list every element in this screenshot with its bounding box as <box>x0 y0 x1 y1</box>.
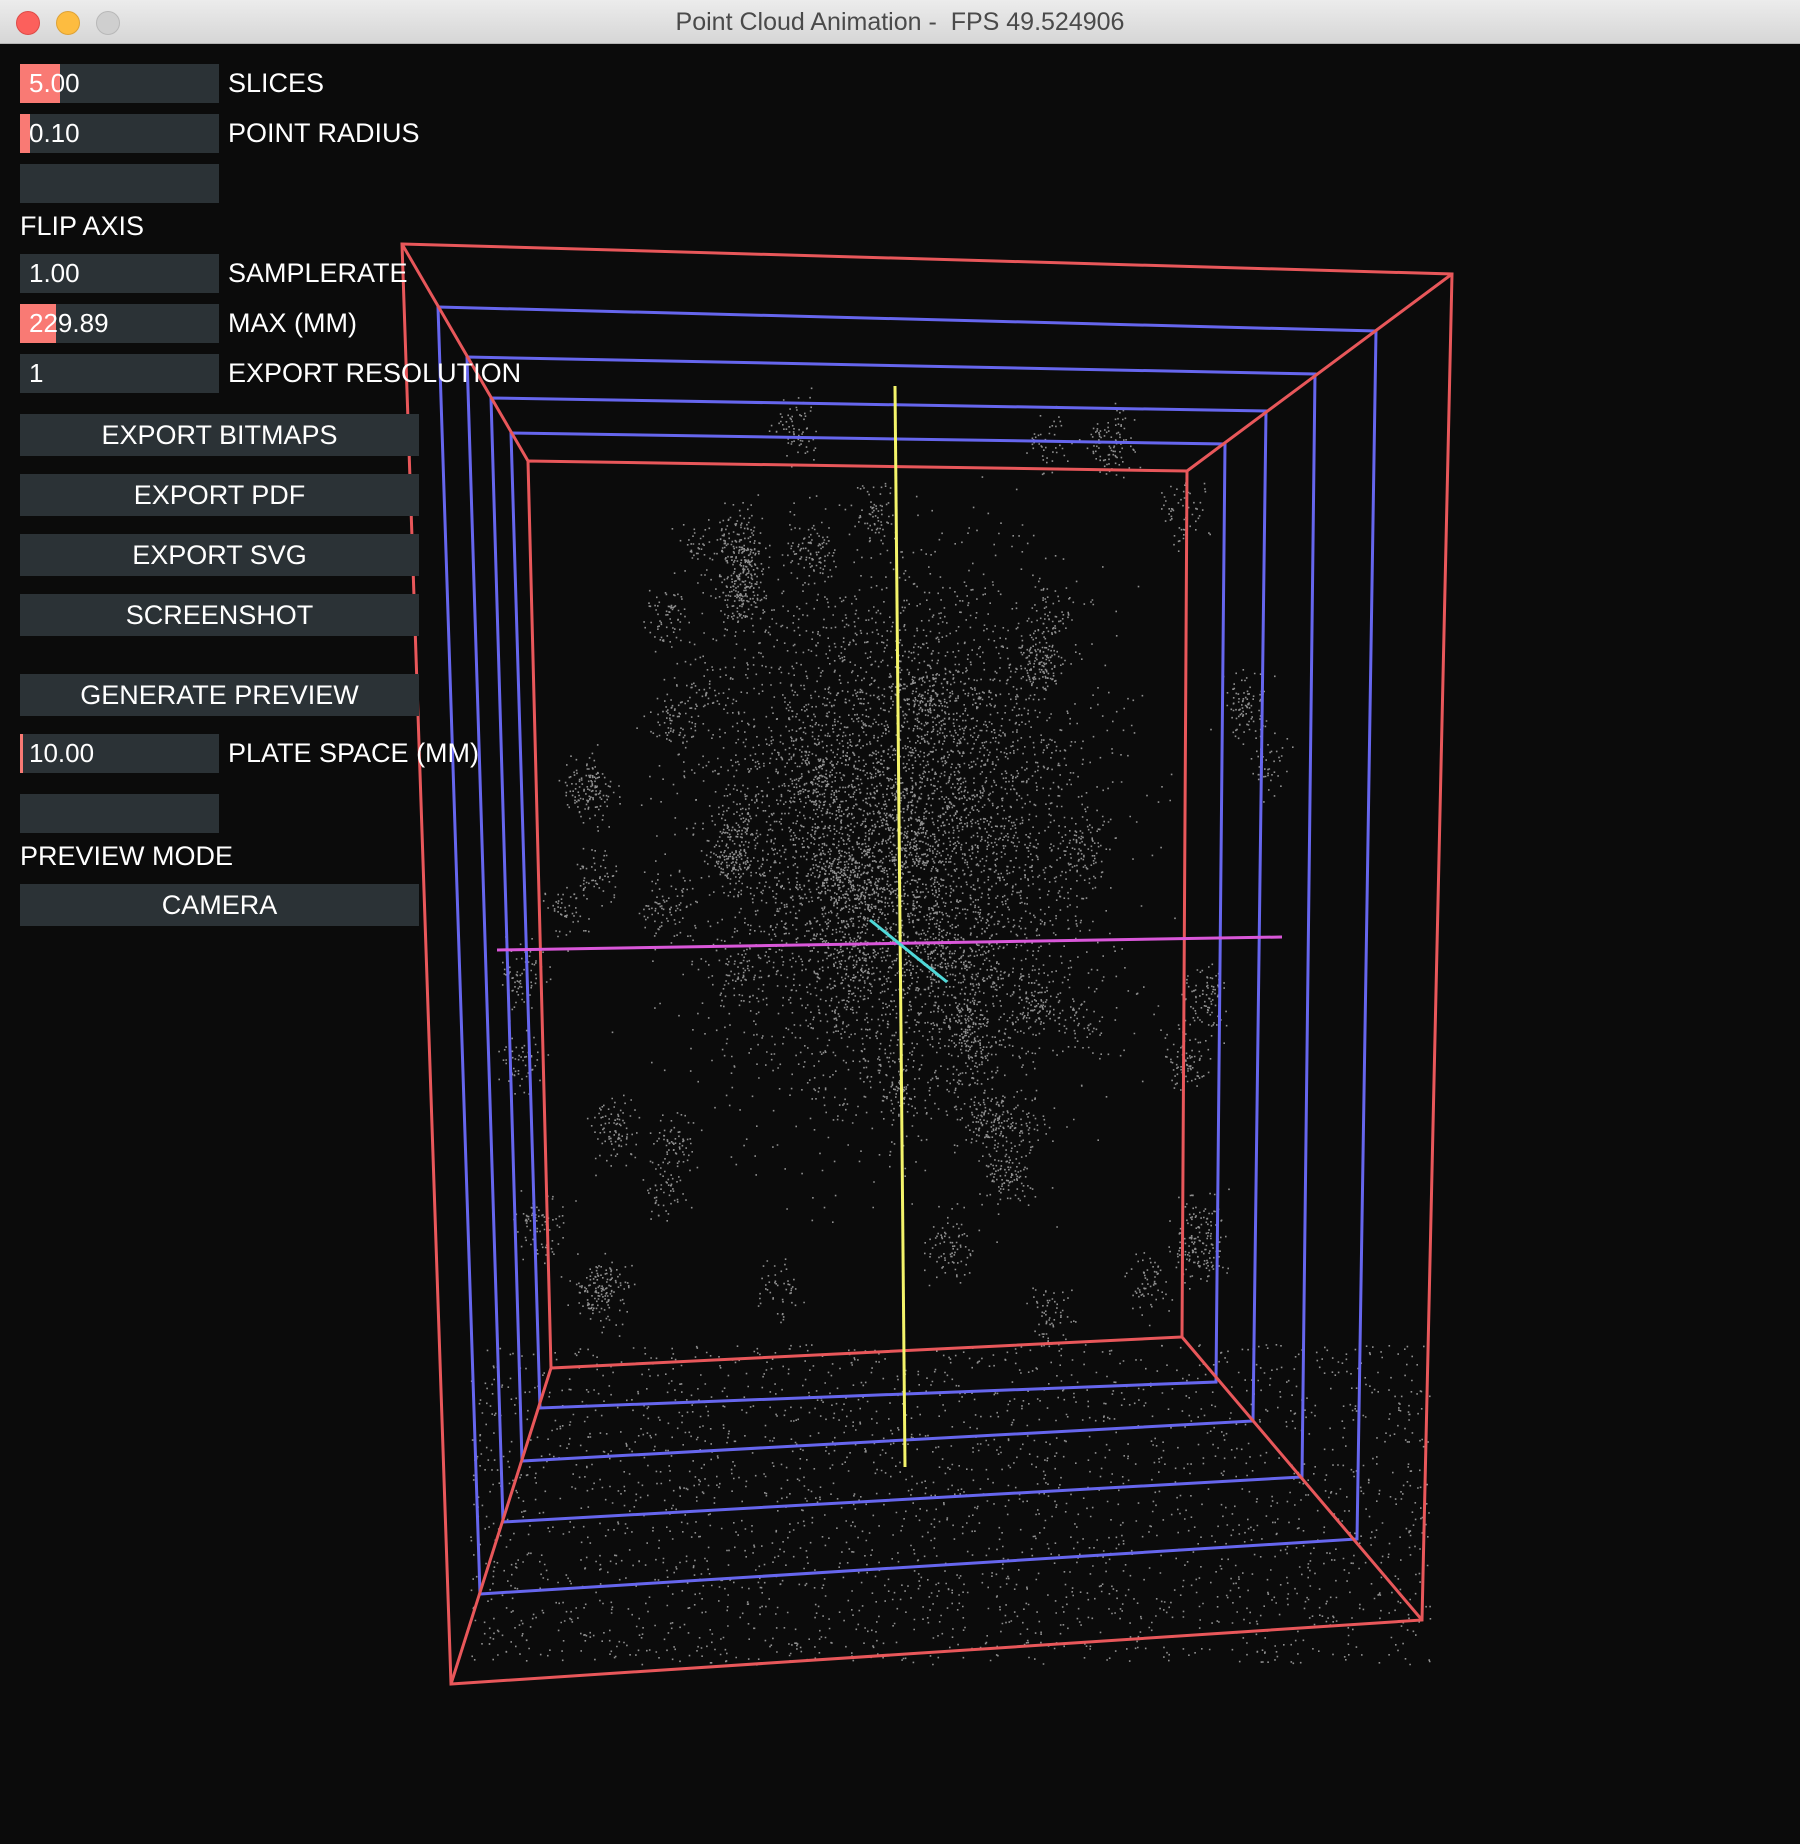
export-svg-button[interactable]: EXPORT SVG <box>20 534 419 576</box>
point-radius-label: POINT RADIUS <box>228 118 420 148</box>
3d-viewport[interactable]: 5.00 SLICES 0.10 POINT RADIUS FLIP AXIS … <box>0 44 1800 1844</box>
x-axis-line <box>496 935 1283 952</box>
export-pdf-button[interactable]: EXPORT PDF <box>20 474 419 516</box>
plate-space-value: 10.00 <box>29 738 95 768</box>
max-mm-label: MAX (MM) <box>228 308 357 338</box>
plate-space-slider-fill <box>20 734 23 773</box>
slices-label: SLICES <box>228 68 325 98</box>
point-cloud-points <box>470 387 1432 1666</box>
screenshot-button[interactable]: SCREENSHOT <box>20 594 419 636</box>
flip-axis-toggle[interactable] <box>20 164 219 203</box>
preview-mode-label: PREVIEW MODE <box>20 841 234 871</box>
slices-slider[interactable]: 5.00 <box>20 64 219 103</box>
samplerate-value: 1.00 <box>29 258 80 288</box>
max-mm-value: 229.89 <box>29 308 109 338</box>
preview-mode-toggle[interactable] <box>20 794 219 833</box>
camera-button[interactable]: CAMERA <box>20 884 419 926</box>
samplerate-label: SAMPLERATE <box>228 258 408 288</box>
max-mm-slider[interactable]: 229.89 <box>20 304 219 343</box>
samplerate-slider[interactable]: 1.00 <box>20 254 219 293</box>
plate-space-label: PLATE SPACE (MM) <box>228 738 480 768</box>
flip-axis-label: FLIP AXIS <box>20 211 145 241</box>
bbox-frame-5 <box>526 459 1189 1370</box>
export-bitmaps-button[interactable]: EXPORT BITMAPS <box>20 414 419 456</box>
title-bar: Point Cloud Animation - FPS 49.524906 <box>0 0 1800 44</box>
point-radius-slider[interactable]: 0.10 <box>20 114 219 153</box>
app-window: Point Cloud Animation - FPS 49.524906 5.… <box>0 0 1800 1844</box>
bbox-edge-0 <box>400 243 530 462</box>
point-cloud <box>470 387 1432 1666</box>
origin-axes <box>496 385 1283 1468</box>
export-resolution-value: 1 <box>29 358 44 388</box>
generate-preview-button[interactable]: GENERATE PREVIEW <box>20 674 419 716</box>
y-axis-line <box>893 385 907 1468</box>
point-radius-value: 0.10 <box>29 118 80 148</box>
export-resolution-slider[interactable]: 1 <box>20 354 219 393</box>
plate-space-slider[interactable]: 10.00 <box>20 734 219 773</box>
slices-value: 5.00 <box>29 68 80 98</box>
window-title: Point Cloud Animation - FPS 49.524906 <box>675 8 1125 36</box>
export-resolution-label: EXPORT RESOLUTION <box>228 358 522 388</box>
